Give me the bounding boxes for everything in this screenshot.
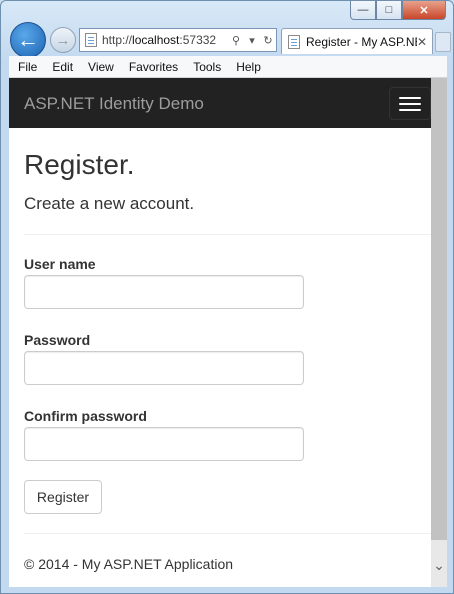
form-group-confirm-password: Confirm password — [24, 408, 304, 461]
close-icon: ✕ — [419, 4, 429, 17]
page-icon — [288, 34, 300, 49]
register-form: Register. Create a new account. User nam… — [24, 128, 431, 514]
tab-register[interactable]: Register - My ASP.NE... ✕ — [281, 28, 433, 54]
hamburger-icon — [399, 96, 421, 99]
dropdown-arrow-icon[interactable]: ▾ — [244, 34, 260, 47]
address-url[interactable]: http://localhost:57332 — [102, 33, 228, 47]
back-button[interactable]: ← — [10, 22, 46, 58]
divider — [24, 234, 431, 235]
menu-favorites[interactable]: Favorites — [120, 60, 184, 74]
tab-title: Register - My ASP.NE... — [306, 34, 417, 49]
back-arrow-icon: ← — [17, 27, 39, 52]
username-input[interactable] — [24, 275, 304, 309]
close-window-button[interactable]: ✕ — [402, 1, 446, 20]
page-title: Register. — [24, 149, 135, 180]
window-controls: — □ ✕ — [350, 1, 446, 20]
vertical-scrollbar[interactable]: ⌄ — [431, 78, 447, 587]
search-icon[interactable]: ⚲ — [228, 34, 244, 47]
refresh-icon[interactable]: ↻ — [260, 34, 276, 47]
menu-tools[interactable]: Tools — [184, 60, 227, 74]
forward-arrow-icon: → — [55, 31, 71, 49]
menu-file[interactable]: File — [9, 60, 43, 74]
menu-help[interactable]: Help — [227, 60, 267, 74]
confirm-password-label: Confirm password — [24, 408, 147, 424]
menu-view[interactable]: View — [79, 60, 120, 74]
close-tab-icon[interactable]: ✕ — [417, 35, 427, 49]
menu-bar: File Edit View Favorites Tools Help — [9, 56, 447, 78]
minimize-button[interactable]: — — [350, 1, 376, 20]
address-bar[interactable]: http://localhost:57332 ⚲ ▾ ↻ — [79, 28, 277, 52]
navbar-toggle-button[interactable] — [389, 87, 431, 120]
maximize-button[interactable]: □ — [376, 1, 402, 20]
browser-window: — □ ✕ ← → http://localhost:57332 ⚲ ▾ ↻ R… — [0, 0, 454, 594]
navbar-brand[interactable]: ASP.NET Identity Demo — [24, 94, 204, 114]
menu-edit[interactable]: Edit — [43, 60, 79, 74]
username-label: User name — [24, 256, 96, 272]
maximize-icon: □ — [385, 4, 393, 16]
password-input[interactable] — [24, 351, 304, 385]
form-group-username: User name — [24, 256, 304, 309]
footer-text: © 2014 - My ASP.NET Application — [24, 556, 234, 572]
page-subtitle: Create a new account. — [24, 194, 195, 213]
register-button[interactable]: Register — [24, 480, 102, 514]
navbar: ASP.NET Identity Demo — [9, 78, 431, 128]
new-tab-button[interactable] — [435, 32, 451, 52]
form-group-password: Password — [24, 332, 304, 385]
password-label: Password — [24, 332, 91, 348]
confirm-password-input[interactable] — [24, 427, 304, 461]
scrollbar-thumb[interactable] — [431, 78, 447, 540]
page-viewport: ASP.NET Identity Demo Register. Create a… — [9, 78, 447, 587]
footer-divider — [24, 533, 431, 534]
page-icon — [85, 33, 97, 47]
forward-button[interactable]: → — [50, 27, 76, 53]
minimize-icon: — — [357, 4, 369, 16]
scroll-down-icon[interactable]: ⌄ — [431, 555, 447, 575]
